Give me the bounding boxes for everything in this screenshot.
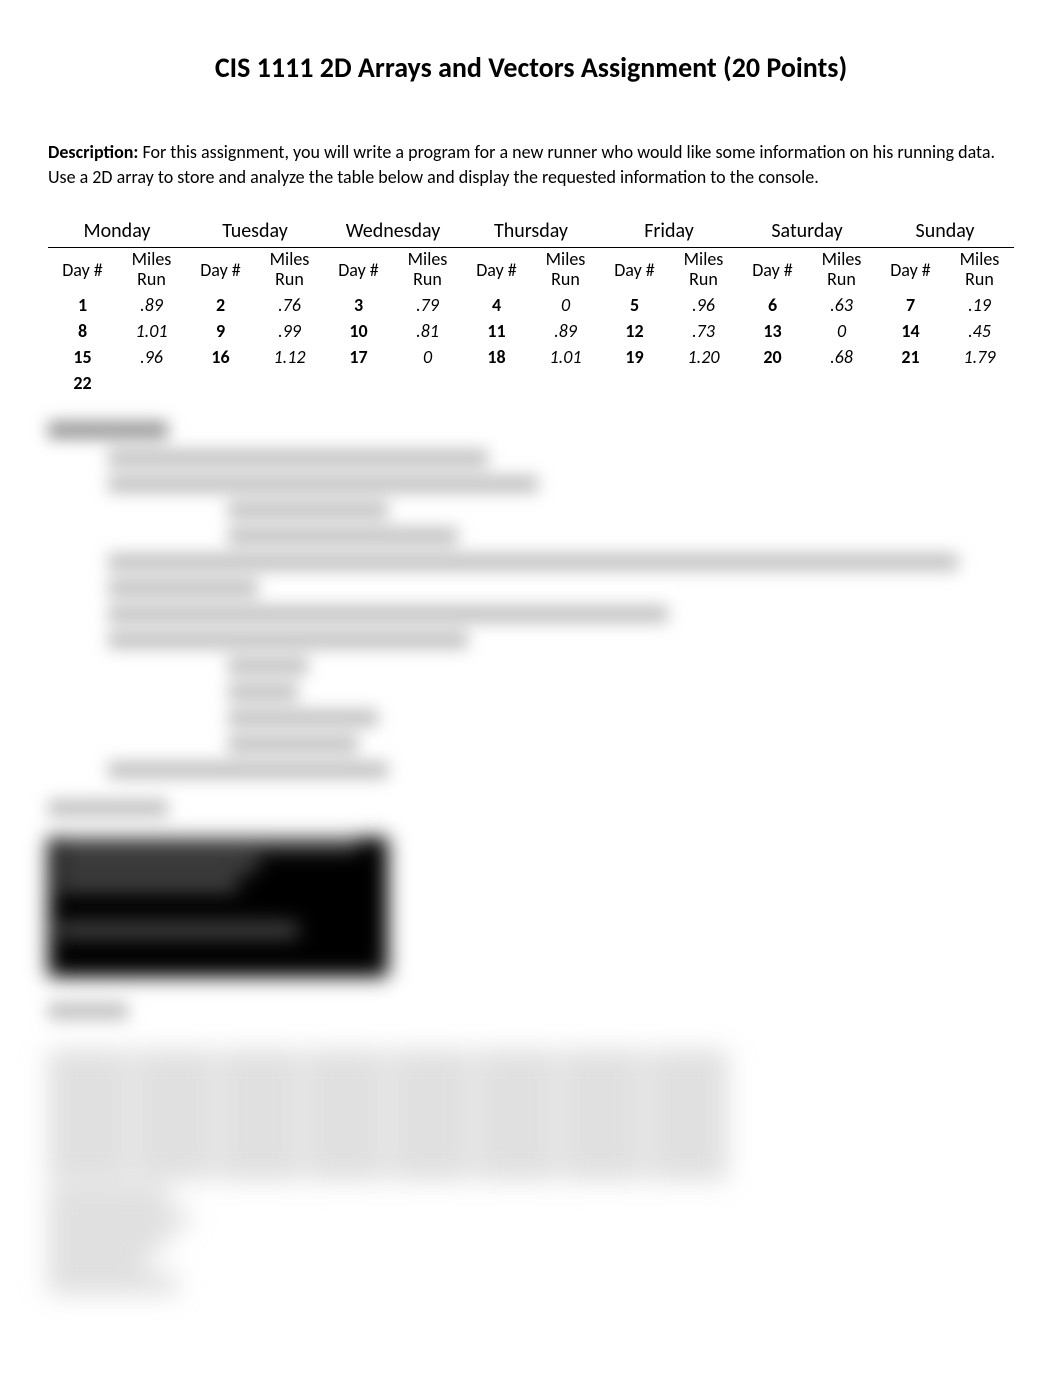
day-number-cell <box>738 370 807 396</box>
description-label: Description: <box>48 141 138 163</box>
blurred-content-area <box>48 421 1014 1294</box>
day-number-cell <box>186 370 255 396</box>
day-number-cell: 5 <box>600 292 669 318</box>
miles-run-cell: .89 <box>531 318 600 344</box>
day-number-cell: 7 <box>876 292 945 318</box>
subheader-miles: MilesRun <box>669 248 738 292</box>
day-number-cell: 4 <box>462 292 531 318</box>
table-row: 81.019.9910.8111.8912.7313014.45 <box>48 318 1014 344</box>
miles-run-cell: .76 <box>255 292 324 318</box>
miles-run-cell: .99 <box>255 318 324 344</box>
header-wednesday: Wednesday <box>324 215 462 248</box>
subheader-miles: MilesRun <box>255 248 324 292</box>
day-number-cell <box>600 370 669 396</box>
blurred-console-output <box>48 837 388 977</box>
miles-run-cell <box>807 370 876 396</box>
miles-run-cell: .96 <box>669 292 738 318</box>
miles-run-cell: .45 <box>945 318 1014 344</box>
day-number-cell: 17 <box>324 344 393 370</box>
subheader-day: Day # <box>876 248 945 292</box>
subheader-miles: MilesRun <box>393 248 462 292</box>
miles-run-cell: .81 <box>393 318 462 344</box>
day-number-cell: 13 <box>738 318 807 344</box>
description-paragraph: Description: For this assignment, you wi… <box>48 140 1014 190</box>
miles-run-cell <box>669 370 738 396</box>
description-text: For this assignment, you will write a pr… <box>48 141 995 188</box>
miles-run-cell: 1.20 <box>669 344 738 370</box>
header-tuesday: Tuesday <box>186 215 324 248</box>
miles-run-cell: .73 <box>669 318 738 344</box>
subheader-day: Day # <box>48 248 117 292</box>
table-row: 15.96161.12170181.01191.2020.68211.79 <box>48 344 1014 370</box>
miles-run-cell: .19 <box>945 292 1014 318</box>
table-subheader-row: Day # MilesRun Day # MilesRun Day # Mile… <box>48 248 1014 292</box>
subheader-day: Day # <box>462 248 531 292</box>
table-row: 22 <box>48 370 1014 396</box>
miles-run-cell <box>945 370 1014 396</box>
day-number-cell: 10 <box>324 318 393 344</box>
miles-run-cell <box>393 370 462 396</box>
day-number-cell: 19 <box>600 344 669 370</box>
day-number-cell: 18 <box>462 344 531 370</box>
subheader-day: Day # <box>324 248 393 292</box>
miles-run-cell: .96 <box>117 344 186 370</box>
miles-run-cell: 0 <box>807 318 876 344</box>
miles-run-cell: .68 <box>807 344 876 370</box>
header-friday: Friday <box>600 215 738 248</box>
day-number-cell: 9 <box>186 318 255 344</box>
day-number-cell <box>462 370 531 396</box>
header-saturday: Saturday <box>738 215 876 248</box>
day-number-cell: 21 <box>876 344 945 370</box>
day-number-cell: 2 <box>186 292 255 318</box>
day-number-cell: 3 <box>324 292 393 318</box>
header-thursday: Thursday <box>462 215 600 248</box>
miles-run-cell: 1.01 <box>531 344 600 370</box>
miles-run-cell: 1.79 <box>945 344 1014 370</box>
header-sunday: Sunday <box>876 215 1014 248</box>
miles-run-cell: 1.12 <box>255 344 324 370</box>
miles-run-cell <box>531 370 600 396</box>
miles-run-cell: 0 <box>393 344 462 370</box>
miles-run-cell <box>117 370 186 396</box>
subheader-day: Day # <box>738 248 807 292</box>
day-number-cell: 1 <box>48 292 117 318</box>
subheader-miles: MilesRun <box>531 248 600 292</box>
subheader-day: Day # <box>600 248 669 292</box>
subheader-miles: MilesRun <box>807 248 876 292</box>
subheader-miles: MilesRun <box>945 248 1014 292</box>
day-number-cell <box>876 370 945 396</box>
miles-run-cell: .79 <box>393 292 462 318</box>
table-header-row: Monday Tuesday Wednesday Thursday Friday… <box>48 215 1014 248</box>
day-number-cell: 22 <box>48 370 117 396</box>
day-number-cell: 6 <box>738 292 807 318</box>
day-number-cell: 14 <box>876 318 945 344</box>
miles-run-cell: .89 <box>117 292 186 318</box>
miles-run-cell: 0 <box>531 292 600 318</box>
day-number-cell: 20 <box>738 344 807 370</box>
running-data-table: Monday Tuesday Wednesday Thursday Friday… <box>48 215 1014 396</box>
day-number-cell <box>324 370 393 396</box>
miles-run-cell: .63 <box>807 292 876 318</box>
day-number-cell: 16 <box>186 344 255 370</box>
blurred-table <box>48 1050 728 1294</box>
day-number-cell: 11 <box>462 318 531 344</box>
miles-run-cell: 1.01 <box>117 318 186 344</box>
miles-run-cell <box>255 370 324 396</box>
day-number-cell: 8 <box>48 318 117 344</box>
day-number-cell: 15 <box>48 344 117 370</box>
day-number-cell: 12 <box>600 318 669 344</box>
page-title: CIS 1111 2D Arrays and Vectors Assignmen… <box>48 50 1014 85</box>
subheader-day: Day # <box>186 248 255 292</box>
subheader-miles: MilesRun <box>117 248 186 292</box>
table-row: 1.892.763.79405.966.637.19 <box>48 292 1014 318</box>
header-monday: Monday <box>48 215 186 248</box>
